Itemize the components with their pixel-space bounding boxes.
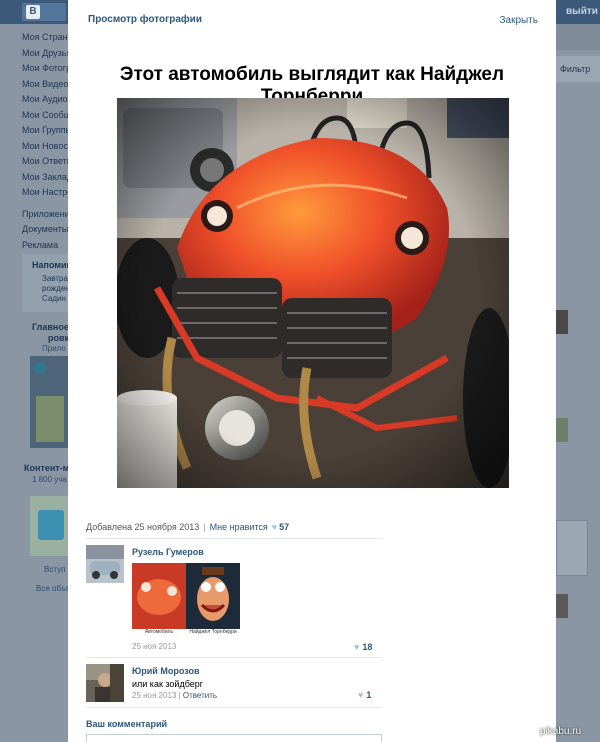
your-comment-label: Ваш комментарий bbox=[86, 719, 168, 729]
comment-date-value: 25 ноя 2013 bbox=[132, 691, 177, 700]
comment-like-count: 1 bbox=[366, 690, 372, 700]
right-thumb bbox=[556, 594, 568, 618]
menu-item[interactable]: Мои Группы bbox=[22, 123, 68, 139]
comment-attachment[interactable]: Автомобиль Найджел Торнберри bbox=[132, 563, 240, 637]
promo-sub: Прило bbox=[42, 344, 66, 353]
attachment-caption-right: Найджел Торнберри bbox=[189, 629, 237, 635]
modal-title: Просмотр фотографии bbox=[88, 14, 202, 25]
left-menu: Моя Страница Мои Друзья Мои Фотографии М… bbox=[22, 30, 68, 253]
menu-item[interactable]: Мои Фотографии bbox=[22, 61, 68, 77]
vk-logo-letter: В bbox=[26, 5, 40, 19]
like-count: 57 bbox=[279, 522, 290, 532]
attachment-caption-left: Автомобиль bbox=[144, 629, 174, 635]
comment-date: 25 ноя 2013 bbox=[132, 642, 177, 651]
divider bbox=[86, 538, 382, 539]
avatar-image bbox=[86, 664, 124, 702]
exit-link[interactable]: выйти bbox=[566, 6, 598, 17]
menu-item[interactable]: Мои Видеозаписи bbox=[22, 77, 68, 93]
content-sub: 1 800 уча bbox=[32, 475, 67, 484]
promo-title: Главное bbox=[32, 322, 69, 332]
heart-icon: ♥ bbox=[354, 642, 360, 652]
all-ads-link: Все объя bbox=[36, 584, 71, 593]
comment-input[interactable] bbox=[86, 734, 382, 742]
menu-item[interactable]: Мои Закладки bbox=[22, 170, 68, 186]
close-link[interactable]: Закрыть bbox=[499, 15, 538, 26]
content-join: Вступ bbox=[44, 565, 66, 574]
divider bbox=[86, 657, 382, 658]
comment-like-button[interactable]: ♥ 18 bbox=[354, 642, 372, 652]
divider bbox=[86, 707, 382, 708]
right-thumb bbox=[556, 418, 568, 442]
menu-item[interactable]: Приложения bbox=[22, 207, 68, 223]
watermark: pikabu.ru bbox=[540, 726, 582, 737]
comment-like-count: 18 bbox=[362, 642, 373, 652]
avatar[interactable] bbox=[86, 664, 124, 702]
promo-image bbox=[30, 356, 68, 448]
filter-label[interactable]: Фильтр bbox=[560, 64, 590, 74]
right-thumb bbox=[556, 310, 568, 334]
comment-like-button[interactable]: ♥ 1 bbox=[358, 690, 371, 700]
menu-item[interactable]: Документы bbox=[22, 222, 68, 238]
photo-meta: Добавлена 25 ноября 2013 | Мне нравится ♥ 57 bbox=[86, 522, 290, 532]
menu-item[interactable]: Мои Новости bbox=[22, 139, 68, 155]
added-date: Добавлена 25 ноября 2013 bbox=[86, 522, 200, 532]
heart-icon[interactable]: ♥ bbox=[272, 522, 277, 532]
heart-icon: ♥ bbox=[358, 690, 364, 700]
avatar[interactable] bbox=[86, 545, 124, 583]
attachment-image bbox=[132, 563, 240, 637]
comment-author[interactable]: Рузель Гумеров bbox=[132, 547, 204, 557]
reminder-line: Садин bbox=[42, 294, 66, 303]
content-title: Контент-м bbox=[24, 463, 70, 473]
reply-link[interactable]: Ответить bbox=[183, 691, 217, 700]
car-photo-image bbox=[117, 98, 509, 488]
main-photo[interactable] bbox=[117, 98, 509, 488]
comment-author[interactable]: Юрий Морозов bbox=[132, 666, 200, 676]
menu-item[interactable]: Моя Страница bbox=[22, 30, 68, 46]
right-box bbox=[556, 520, 588, 576]
comment-date: 25 ноя 2013 | Ответить bbox=[132, 691, 218, 700]
avatar-image bbox=[86, 545, 124, 583]
menu-item[interactable]: Мои Аудиозаписи bbox=[22, 92, 68, 108]
menu-item[interactable]: Мои Друзья bbox=[22, 46, 68, 62]
photo-viewer-modal: Просмотр фотографии Закрыть Этот автомоб… bbox=[68, 0, 556, 742]
right-header bbox=[556, 24, 600, 50]
like-link[interactable]: Мне нравится bbox=[210, 522, 268, 532]
menu-item[interactable]: Реклама bbox=[22, 238, 68, 254]
menu-item[interactable]: Мои Ответы bbox=[22, 154, 68, 170]
reminder-line: Завтра bbox=[42, 274, 68, 283]
menu-item[interactable]: Мои Сообщения bbox=[22, 108, 68, 124]
comment-text: или как зойдберг bbox=[132, 679, 204, 689]
content-image bbox=[30, 496, 68, 556]
reminder-block: Напоминание Завтра рождения Садин bbox=[22, 254, 93, 312]
menu-item[interactable]: Мои Настройки bbox=[22, 185, 68, 201]
